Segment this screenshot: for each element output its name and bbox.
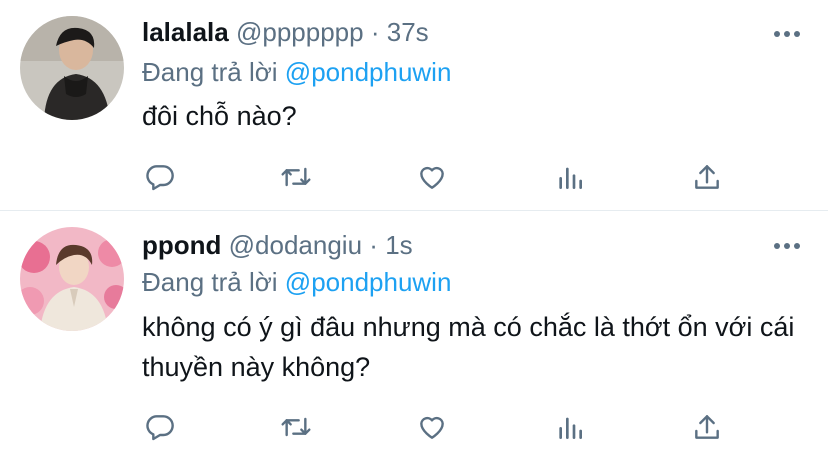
analytics-icon[interactable] — [550, 157, 590, 197]
timestamp[interactable]: 37s — [387, 17, 429, 47]
retweet-icon[interactable] — [276, 407, 316, 447]
analytics-icon[interactable] — [550, 407, 590, 447]
avatar[interactable] — [20, 16, 124, 120]
more-icon[interactable] — [774, 241, 800, 251]
tweet-text: không có ý gì đâu nhưng mà có chắc là th… — [142, 312, 795, 382]
mention-link[interactable]: @pondphuwin — [285, 57, 452, 87]
share-icon[interactable] — [687, 407, 727, 447]
username[interactable]: @dodangiu — [229, 230, 362, 260]
avatar[interactable] — [20, 227, 124, 331]
reply-icon[interactable] — [140, 407, 180, 447]
separator: · — [369, 230, 378, 260]
like-icon[interactable] — [412, 407, 452, 447]
tweet[interactable]: lalalala @ppppppp · 37s Đang trả lời @po… — [0, 0, 828, 210]
replying-to: Đang trả lời @pondphuwin — [142, 266, 451, 298]
separator: · — [370, 17, 380, 47]
reply-icon[interactable] — [140, 157, 180, 197]
mention-link[interactable]: @pondphuwin — [285, 267, 452, 297]
retweet-icon[interactable] — [276, 157, 316, 197]
display-name[interactable]: lalalala — [142, 17, 229, 47]
tweet-actions — [140, 157, 740, 197]
tweet-text: đôi chỗ nào? — [142, 101, 297, 131]
replying-to: Đang trả lời @pondphuwin — [142, 56, 451, 88]
username[interactable]: @ppppppp — [236, 17, 364, 47]
reply-prefix: Đang trả lời — [142, 267, 278, 297]
display-name[interactable]: ppond — [142, 230, 221, 260]
tweet-header: ppond @dodangiu · 1s — [142, 229, 413, 261]
tweet[interactable]: ppond @dodangiu · 1s Đang trả lời @pondp… — [0, 211, 828, 454]
like-icon[interactable] — [412, 157, 452, 197]
tweet-header: lalalala @ppppppp · 37s — [142, 16, 429, 48]
tweet-actions — [140, 407, 740, 447]
share-icon[interactable] — [687, 157, 727, 197]
reply-prefix: Đang trả lời — [142, 57, 278, 87]
more-icon[interactable] — [774, 29, 800, 39]
timestamp[interactable]: 1s — [385, 230, 412, 260]
